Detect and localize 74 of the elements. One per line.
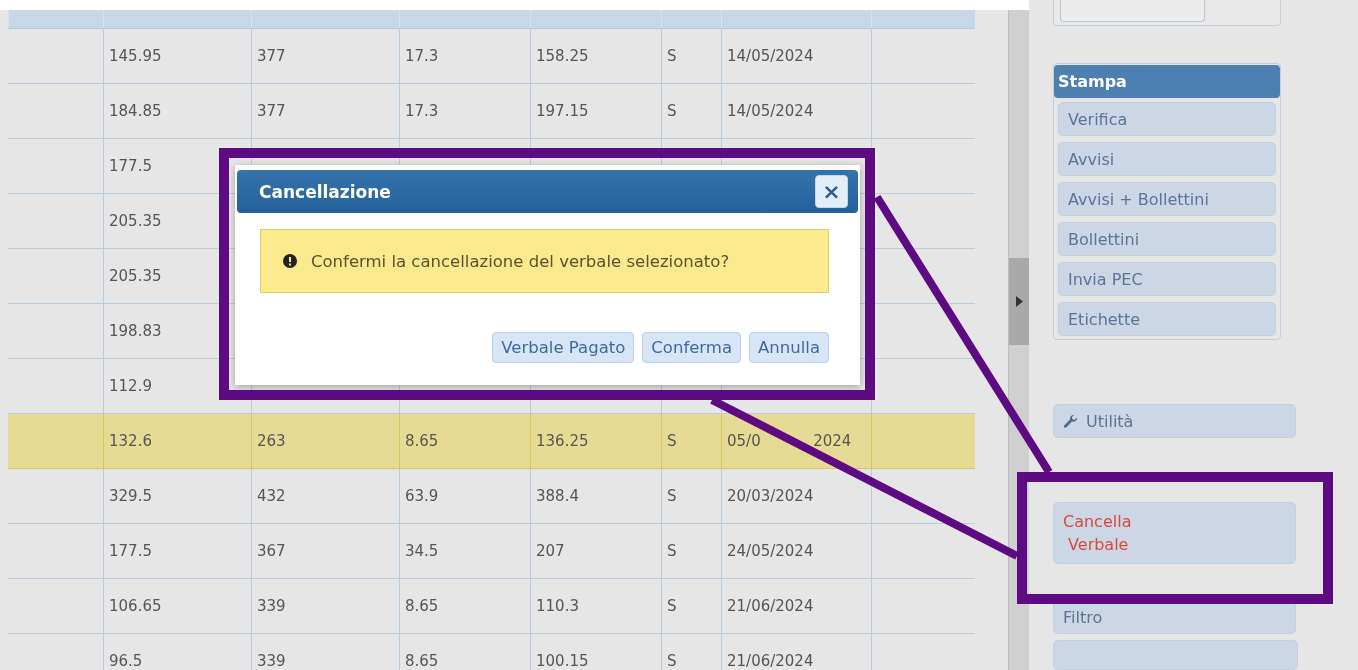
table-row[interactable]: 132.6 263 8.65 136.25 S 05/0 2024 (8, 414, 975, 469)
table-cell: 63.9 (405, 487, 439, 505)
table-cell: 34.5 (405, 542, 439, 560)
table-cell: S (667, 652, 677, 670)
table-cell: 145.95 (109, 47, 162, 65)
table-cell: 8.65 (405, 432, 439, 450)
wrench-icon (1063, 413, 1078, 429)
table-cell: 339 (257, 652, 286, 670)
print-button[interactable]: Invia PEC (1058, 262, 1276, 297)
table-cell: 17.3 (405, 102, 439, 120)
table-cell: 432 (257, 487, 286, 505)
table-cell: 05/0 2024 (727, 432, 852, 450)
table-cell: 177.5 (109, 157, 152, 175)
print-button[interactable]: Bollettini (1058, 222, 1276, 257)
table-row[interactable]: 177.5 367 34.5 207 S 24/05/2024 (8, 524, 975, 579)
delete-button[interactable]: Cancella Verbale (1053, 502, 1296, 565)
triangle-right-icon (1015, 296, 1023, 307)
print-button[interactable]: Etichette (1058, 302, 1276, 337)
table-cell: 207 (536, 542, 565, 560)
sidebar-button[interactable] (1053, 640, 1298, 670)
table-cell: 21/06/2024 (727, 652, 814, 670)
table-row[interactable]: 145.95 377 17.3 158.25 S 14/05/2024 (8, 29, 975, 84)
input-field[interactable] (1060, 0, 1205, 22)
table-cell: 17.3 (405, 47, 439, 65)
utilities-button[interactable]: Utilità (1053, 404, 1296, 439)
table-cell: S (667, 102, 677, 120)
table-cell: 106.65 (109, 597, 162, 615)
close-button[interactable]: × (815, 175, 848, 208)
dialog-title: Cancellazione (259, 181, 391, 202)
table-cell: 158.25 (536, 47, 589, 65)
table-cell: 110.3 (536, 597, 579, 615)
table-cell: 136.25 (536, 432, 589, 450)
exclamation-icon (283, 254, 297, 268)
table-row[interactable]: 329.5 432 63.9 388.4 S 20/03/2024 (8, 469, 975, 524)
table-cell: 14/05/2024 (727, 47, 814, 65)
alert-message: Confermi la cancellazione del verbale selezionato? (311, 251, 730, 271)
table-cell: 21/06/2024 (727, 597, 814, 615)
table-cell: 197.15 (536, 102, 589, 120)
table-cell: 24/05/2024 (727, 542, 814, 560)
table-cell: 205.35 (109, 267, 162, 285)
table-cell: 388.4 (536, 487, 579, 505)
print-button[interactable]: Verifica (1058, 102, 1276, 137)
print-button[interactable]: Avvisi (1058, 142, 1276, 177)
table-cell: 100.15 (536, 652, 589, 670)
table-cell: 329.5 (109, 487, 152, 505)
table-cell: 14/05/2024 (727, 102, 814, 120)
table-cell: 198.83 (109, 322, 162, 340)
table-cell: 20/03/2024 (727, 487, 814, 505)
table-cell: 184.85 (109, 102, 162, 120)
table-cell: 367 (257, 542, 286, 560)
table-cell: 8.65 (405, 597, 439, 615)
table-cell: 339 (257, 597, 286, 615)
table-cell: 8.65 (405, 652, 439, 670)
table-row[interactable]: 184.85 377 17.3 197.15 S 14/05/2024 (8, 84, 975, 139)
dialog-button[interactable]: Verbale Pagato (492, 332, 635, 363)
dialog-button[interactable]: Annulla (749, 332, 829, 363)
table-cell: S (667, 47, 677, 65)
table-cell: 96.5 (109, 652, 143, 670)
table-cell: 377 (257, 102, 286, 120)
table-cell: 263 (257, 432, 286, 450)
table-row[interactable]: 106.65 339 8.65 110.3 S 21/06/2024 (8, 579, 975, 634)
collapse-handle[interactable] (1009, 258, 1029, 345)
table-cell: 377 (257, 47, 286, 65)
table-cell: S (667, 432, 677, 450)
panel-title: Stampa (1054, 65, 1280, 99)
table-cell: 112.9 (109, 377, 152, 395)
table-cell: S (667, 597, 677, 615)
table-cell: 205.35 (109, 212, 162, 230)
table-cell: 177.5 (109, 542, 152, 560)
table-cell: 132.6 (109, 432, 152, 450)
table-cell: S (667, 542, 677, 560)
dialog-button[interactable]: Conferma (642, 332, 742, 363)
print-button[interactable]: Avvisi + Bollettini (1058, 182, 1276, 217)
table-cell: S (667, 487, 677, 505)
